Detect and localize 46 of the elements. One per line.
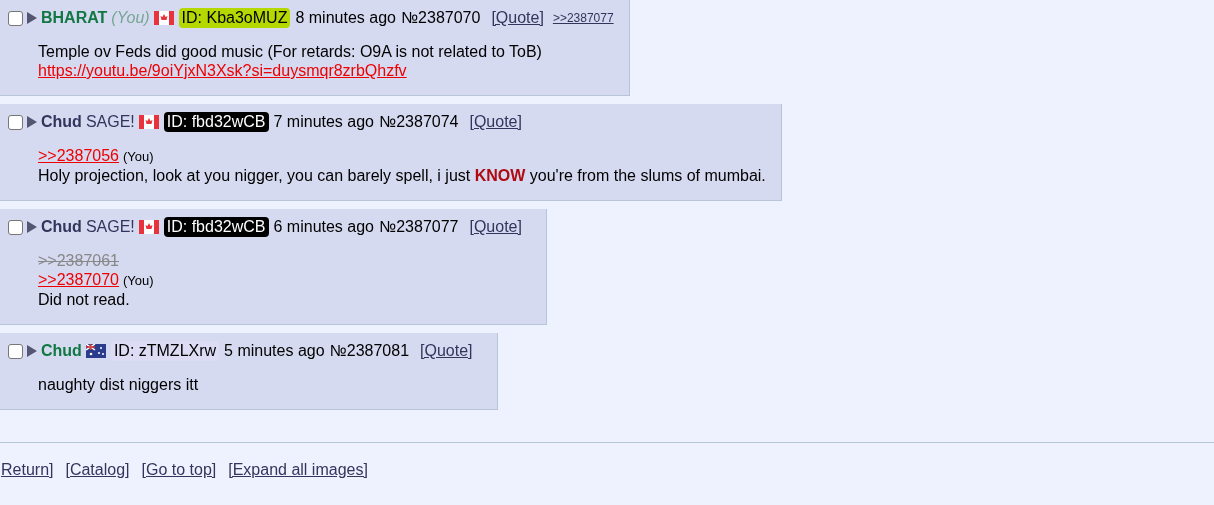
post-time: 8 minutes ago: [295, 9, 396, 27]
quote-link[interactable]: [Quote]: [469, 113, 522, 131]
poster-id: ID: Kba3oMUZ: [178, 8, 291, 28]
quote-link[interactable]: [Quote]: [491, 9, 544, 27]
checkbox[interactable]: [8, 343, 23, 359]
triangle-icon[interactable]: [27, 116, 37, 128]
post-text: Did not read.: [38, 291, 130, 308]
poster-name: BHARAT: [41, 9, 108, 27]
poster-id: ID: zTMZLXrw: [110, 341, 220, 361]
triangle-icon[interactable]: [27, 221, 37, 233]
quote-link[interactable]: [Quote]: [469, 218, 522, 236]
post-time: 6 minutes ago: [273, 218, 374, 236]
post-time: 7 minutes ago: [273, 113, 374, 131]
nav-link[interactable]: Return]: [1, 461, 54, 479]
checkbox[interactable]: [8, 219, 23, 235]
flag-icon: [138, 115, 159, 129]
sage-tag: SAGE!: [85, 218, 135, 236]
post-number[interactable]: №2387081: [329, 342, 410, 360]
you-tag: (You): [123, 273, 154, 288]
poster-id: ID: fbd32wCB: [163, 112, 269, 132]
you-tag: (You): [111, 9, 150, 27]
you-tag: (You): [123, 149, 154, 164]
triangle-icon[interactable]: [27, 12, 37, 24]
post-number[interactable]: №2387070: [400, 9, 481, 27]
nav-link[interactable]: [Catalog]: [65, 461, 130, 479]
quote-link[interactable]: [Quote]: [420, 342, 473, 360]
flag-icon: [153, 11, 174, 25]
post-time: 5 minutes ago: [224, 342, 325, 360]
post-text: Holy projection, look at you nigger, you can barely spell, i just KNOW you're from the slums of mumbai.: [38, 167, 766, 184]
post-number[interactable]: №2387077: [379, 218, 459, 236]
triangle-icon[interactable]: [27, 345, 37, 357]
post-number[interactable]: №2387074: [379, 113, 459, 131]
poster-name: Chud: [41, 342, 82, 360]
nav-link[interactable]: [Expand all images]: [228, 461, 368, 479]
nav-link[interactable]: [Go to top]: [141, 461, 217, 479]
poster-name: Chud: [41, 218, 82, 236]
sage-tag: SAGE!: [85, 113, 135, 131]
poster-id: ID: fbd32wCB: [163, 217, 269, 237]
flag-icon: [138, 220, 159, 234]
poster-name: Chud: [41, 113, 82, 131]
backlink[interactable]: >>2387077: [552, 11, 614, 25]
post-text: naughty dist niggers itt: [38, 376, 199, 393]
checkbox[interactable]: [8, 10, 23, 26]
post-text: Temple ov Feds did good music (For retards: O9A is not related to ToB): [38, 43, 542, 60]
checkbox[interactable]: [8, 114, 23, 130]
flag-icon: [85, 344, 106, 358]
